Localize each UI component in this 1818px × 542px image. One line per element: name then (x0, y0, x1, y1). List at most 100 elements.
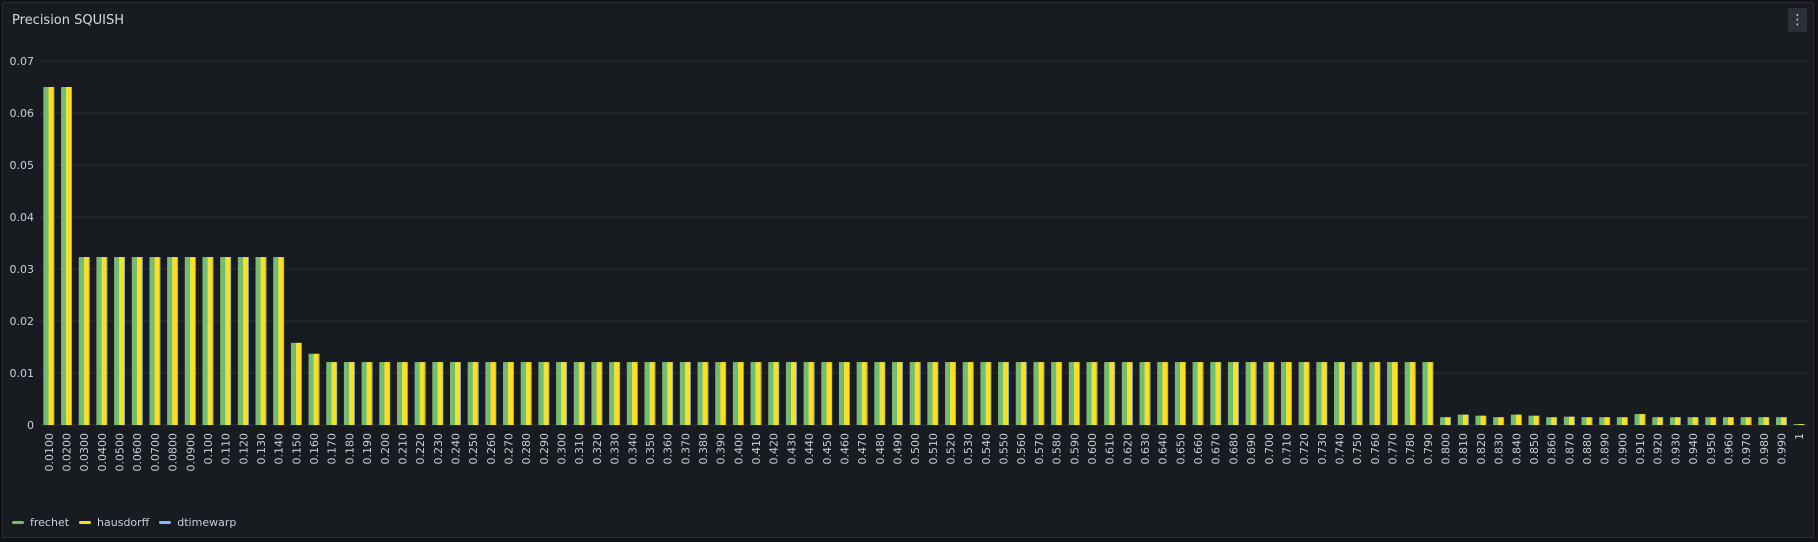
bar-hausdorff[interactable] (649, 362, 655, 425)
bar-frechet[interactable] (131, 257, 137, 425)
bar-hausdorff[interactable] (808, 362, 814, 425)
bar-hausdorff[interactable] (843, 362, 850, 425)
bar-frechet[interactable] (1510, 414, 1516, 425)
bar-dtimewarp[interactable] (1025, 362, 1027, 425)
bar-frechet[interactable] (96, 257, 102, 425)
bar-frechet[interactable] (1758, 417, 1764, 425)
bar-frechet[interactable] (1404, 362, 1410, 425)
bar-dtimewarp[interactable] (1680, 417, 1681, 425)
bar-dtimewarp[interactable] (88, 257, 90, 425)
bar-frechet[interactable] (1422, 362, 1428, 425)
bar-dtimewarp[interactable] (407, 362, 408, 425)
bar-frechet[interactable] (768, 362, 774, 425)
bar-hausdorff[interactable] (1480, 415, 1486, 425)
bar-hausdorff[interactable] (914, 362, 920, 425)
bar-frechet[interactable] (1581, 417, 1587, 425)
bar-frechet[interactable] (1174, 362, 1180, 425)
bar-frechet[interactable] (821, 362, 827, 425)
bar-frechet[interactable] (697, 362, 703, 425)
bar-frechet[interactable] (220, 257, 226, 425)
bar-frechet[interactable] (945, 362, 950, 425)
bar-hausdorff[interactable] (295, 342, 302, 425)
bar-hausdorff[interactable] (1427, 362, 1433, 425)
bar-dtimewarp[interactable] (1786, 417, 1787, 425)
bar-frechet[interactable] (1015, 362, 1021, 425)
bar-dtimewarp[interactable] (796, 362, 797, 425)
bar-hausdorff[interactable] (543, 362, 549, 425)
bar-hausdorff[interactable] (472, 362, 478, 425)
bar-frechet[interactable] (1139, 362, 1145, 425)
bar-frechet[interactable] (1740, 417, 1746, 425)
bar-hausdorff[interactable] (154, 257, 160, 425)
bar-dtimewarp[interactable] (849, 362, 850, 425)
bar-frechet[interactable] (61, 87, 66, 425)
bar-dtimewarp[interactable] (177, 257, 179, 425)
bar-hausdorff[interactable] (507, 362, 514, 425)
bar-frechet[interactable] (43, 87, 49, 425)
bar-frechet[interactable] (343, 362, 349, 425)
bar-frechet[interactable] (1475, 415, 1481, 425)
bar-dtimewarp[interactable] (1467, 414, 1469, 425)
bar-frechet[interactable] (1563, 416, 1569, 425)
bar-hausdorff[interactable] (401, 362, 408, 425)
bar-dtimewarp[interactable] (831, 362, 833, 425)
bar-frechet[interactable] (909, 362, 915, 425)
bar-hausdorff[interactable] (1162, 362, 1168, 425)
bar-dtimewarp[interactable] (265, 257, 267, 425)
bar-hausdorff[interactable] (1197, 362, 1203, 425)
bar-hausdorff[interactable] (454, 362, 461, 425)
bar-dtimewarp[interactable] (53, 87, 55, 425)
bar-hausdorff[interactable] (684, 362, 691, 425)
bar-frechet[interactable] (1245, 362, 1251, 425)
bar-frechet[interactable] (1298, 362, 1304, 425)
bar-frechet[interactable] (591, 362, 597, 425)
bar-dtimewarp[interactable] (1397, 362, 1398, 425)
bar-hausdorff[interactable] (1038, 362, 1044, 425)
bar-dtimewarp[interactable] (1538, 415, 1540, 425)
bar-hausdorff[interactable] (331, 362, 337, 425)
bar-hausdorff[interactable] (826, 362, 832, 425)
bar-hausdorff[interactable] (1003, 362, 1009, 425)
bar-frechet[interactable] (874, 362, 880, 425)
bar-frechet[interactable] (273, 257, 279, 425)
bar-hausdorff[interactable] (384, 362, 390, 425)
bar-frechet[interactable] (927, 362, 933, 425)
bar-dtimewarp[interactable] (495, 362, 497, 425)
bar-hausdorff[interactable] (1710, 417, 1716, 425)
bar-hausdorff[interactable] (260, 257, 266, 425)
bar-frechet[interactable] (1210, 362, 1216, 425)
legend-item-dtimewarp[interactable]: dtimewarp (159, 516, 236, 529)
bar-dtimewarp[interactable] (106, 257, 108, 425)
bar-hausdorff[interactable] (561, 362, 567, 425)
bar-hausdorff[interactable] (313, 353, 319, 425)
bar-frechet[interactable] (308, 353, 314, 425)
bar-hausdorff[interactable] (1604, 417, 1610, 425)
bar-frechet[interactable] (1634, 414, 1640, 425)
bar-frechet[interactable] (1121, 362, 1127, 425)
bar-dtimewarp[interactable] (141, 257, 143, 425)
bar-frechet[interactable] (573, 362, 579, 425)
bar-frechet[interactable] (1546, 417, 1552, 425)
bar-hausdorff[interactable] (755, 362, 761, 425)
bar-dtimewarp[interactable] (990, 362, 992, 425)
bar-hausdorff[interactable] (490, 362, 496, 425)
bar-frechet[interactable] (1104, 362, 1110, 425)
bar-dtimewarp[interactable] (919, 362, 921, 425)
bar-frechet[interactable] (396, 362, 402, 425)
bar-dtimewarp[interactable] (1149, 362, 1151, 425)
bar-hausdorff[interactable] (1727, 417, 1734, 425)
bar-dtimewarp[interactable] (583, 362, 585, 425)
bar-hausdorff[interactable] (242, 257, 249, 425)
bar-hausdorff[interactable] (1144, 362, 1150, 425)
bar-dtimewarp[interactable] (248, 257, 249, 425)
bar-frechet[interactable] (167, 257, 173, 425)
bar-frechet[interactable] (255, 257, 261, 425)
bar-frechet[interactable] (290, 342, 296, 425)
bar-dtimewarp[interactable] (1644, 414, 1646, 425)
bar-dtimewarp[interactable] (230, 257, 232, 425)
bar-dtimewarp[interactable] (194, 257, 196, 425)
bar-frechet[interactable] (1263, 362, 1269, 425)
bar-dtimewarp[interactable] (884, 362, 886, 425)
bar-hausdorff[interactable] (1568, 416, 1575, 425)
bar-frechet[interactable] (520, 362, 526, 425)
